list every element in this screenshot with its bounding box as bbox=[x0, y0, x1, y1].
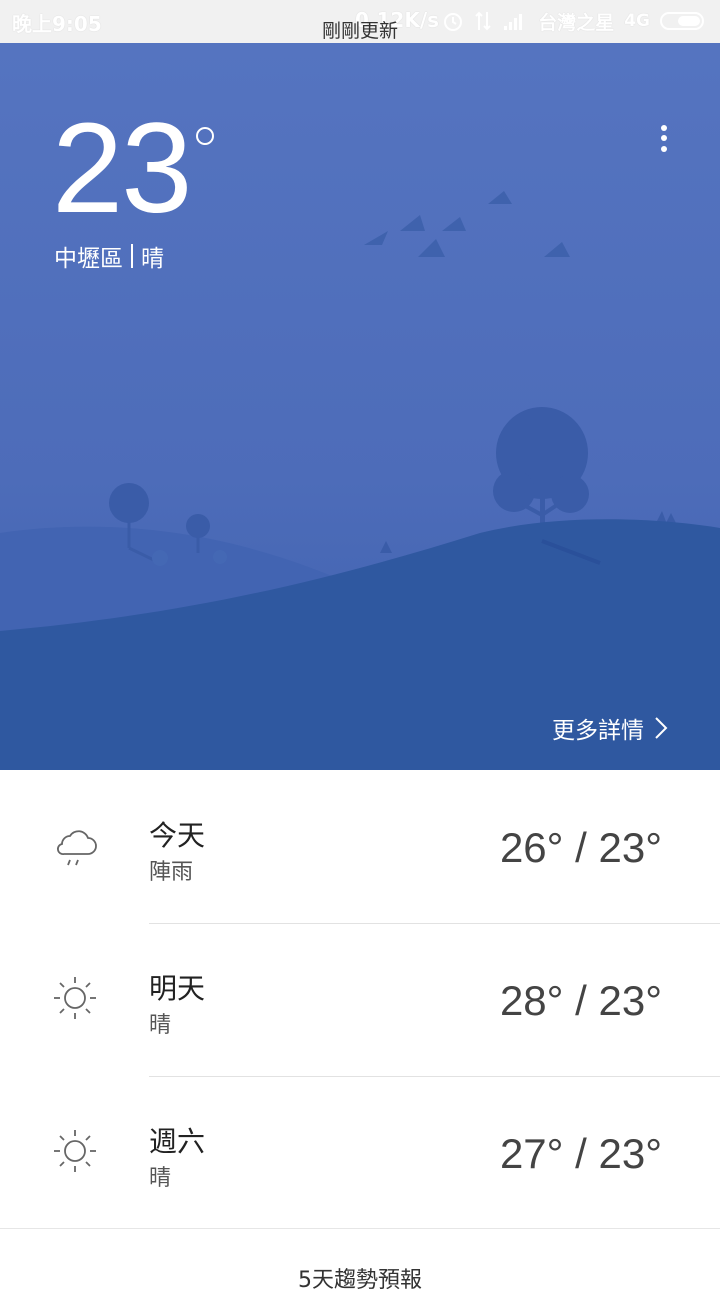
forecast-list: 今天 陣雨 26° / 23° 明天 晴 28° / 23° 週六 晴 27° … bbox=[0, 770, 720, 1229]
location-name: 中壢區 bbox=[54, 246, 123, 272]
status-bar: 晚上9:05 0.12K/s 台灣之星 4G 剛剛更新 bbox=[0, 0, 720, 43]
update-toast: 剛剛更新 bbox=[321, 20, 398, 42]
forecast-day: 明天 bbox=[149, 972, 206, 1005]
forecast-row-tomorrow[interactable]: 明天 晴 28° / 23° bbox=[0, 923, 720, 1077]
current-temperature: 23 bbox=[52, 97, 192, 240]
forecast-temp-range: 27° / 23° bbox=[499, 1130, 662, 1177]
footer-divider bbox=[0, 1228, 720, 1229]
forecast-row-today[interactable]: 今天 陣雨 26° / 23° bbox=[0, 770, 720, 924]
separator bbox=[131, 244, 133, 268]
forecast-condition: 陣雨 bbox=[149, 860, 194, 885]
degree-symbol bbox=[196, 127, 214, 145]
forecast-condition: 晴 bbox=[149, 1013, 172, 1038]
forecast-day: 今天 bbox=[149, 819, 206, 852]
sun-icon bbox=[54, 977, 96, 1019]
more-details-link[interactable]: 更多詳情 bbox=[552, 711, 668, 745]
forecast-day: 週六 bbox=[149, 1125, 206, 1158]
forecast-condition: 晴 bbox=[149, 1166, 172, 1191]
rain-cloud-icon bbox=[57, 830, 97, 866]
chevron-right-icon bbox=[655, 717, 668, 739]
forecast-row-saturday[interactable]: 週六 晴 27° / 23° bbox=[0, 1076, 720, 1229]
forecast-temp-range: 28° / 23° bbox=[499, 977, 662, 1024]
forecast-temp-range: 26° / 23° bbox=[499, 824, 662, 871]
weather-header: 23 中壢區 晴 更多詳情 bbox=[0, 43, 720, 770]
five-day-forecast-link[interactable]: 5天趨勢預報 bbox=[0, 1262, 720, 1294]
current-condition: 晴 bbox=[141, 246, 164, 272]
more-details-label: 更多詳情 bbox=[552, 718, 644, 744]
birds-illustration bbox=[364, 191, 570, 257]
sun-icon bbox=[54, 1130, 96, 1172]
overflow-menu-icon[interactable] bbox=[652, 121, 676, 155]
location-condition: 中壢區 晴 bbox=[54, 239, 164, 273]
